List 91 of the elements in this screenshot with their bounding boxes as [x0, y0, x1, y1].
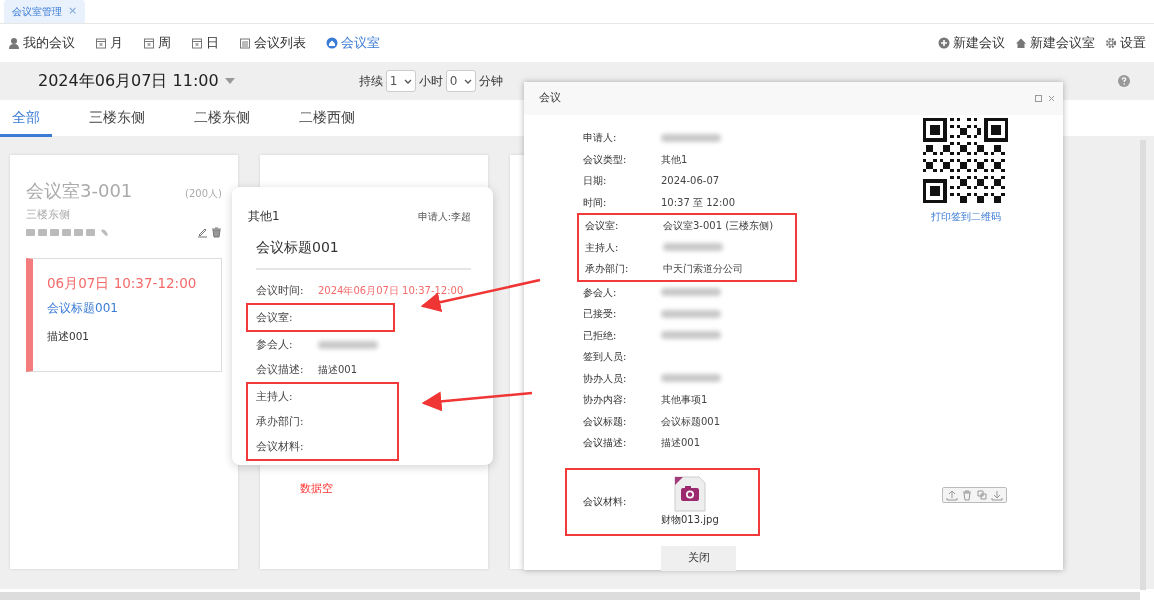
field-label: 会议标题:: [583, 414, 628, 429]
calendar-icon: [239, 37, 251, 49]
download-icon[interactable]: [991, 489, 1003, 501]
meeting-description: 描述001: [47, 328, 91, 344]
field-value: 2024-06-07: [661, 174, 720, 189]
trash-icon[interactable]: [961, 489, 973, 501]
chevron-icon: [463, 78, 472, 84]
settings-icon: [1105, 37, 1117, 49]
location-tab[interactable]: 二楼东侧: [182, 100, 262, 137]
field-label: 会议室:: [256, 309, 294, 325]
field-label: 会议描述:: [256, 361, 305, 377]
field-value: 会议室3-001 (三楼东侧): [663, 219, 774, 234]
caret-icon: [224, 78, 235, 84]
scrollbar[interactable]: [0, 592, 1140, 600]
field-label: 主持人:: [256, 388, 294, 404]
house-icon: [1015, 37, 1027, 49]
image-file-icon[interactable]: [672, 476, 707, 512]
person-icon: [8, 37, 20, 49]
field-label: 承办部门:: [256, 413, 305, 429]
location-tab[interactable]: 三楼东侧: [77, 100, 157, 137]
scrollbar[interactable]: [1140, 140, 1146, 590]
maximize-icon[interactable]: [1035, 95, 1042, 102]
toolbar-link[interactable]: 周: [143, 33, 171, 53]
field-label: 承办部门:: [585, 262, 630, 277]
field-label: 已接受:: [583, 307, 618, 322]
field-label: 会议描述:: [583, 436, 628, 451]
print-link[interactable]: 打印签到二维码: [930, 209, 1001, 224]
field-label: 会议类型:: [583, 152, 628, 167]
toolbar-button[interactable]: 新建会议: [938, 33, 1005, 53]
help-icon[interactable]: [1118, 75, 1130, 87]
field-label: 已拒绝:: [583, 328, 618, 343]
trash-icon[interactable]: [211, 226, 222, 238]
calendar-icon: [191, 37, 203, 49]
field-label: 日期:: [583, 174, 608, 189]
meeting-card[interactable]: 06月07日 10:37-12:00 会议标题001 描述001: [26, 257, 222, 372]
upload-icon[interactable]: [946, 489, 958, 501]
plus-icon: [938, 37, 950, 49]
field-label: 申请人:: [583, 131, 618, 146]
field-label: 会议时间:: [256, 282, 305, 298]
toolbar-link[interactable]: 会议列表: [239, 33, 306, 53]
close-button[interactable]: 关闭: [661, 545, 736, 571]
field-value: 2024年06月07日 10:37-12:00: [318, 284, 464, 298]
duration-label: 持续: [358, 73, 383, 90]
meeting-title[interactable]: 会议标题001: [47, 298, 215, 317]
field-value: 中天门索道分公司: [663, 262, 743, 277]
house-icon: [326, 37, 338, 49]
toolbar-link[interactable]: 会议室: [326, 33, 380, 53]
dialog-title: 会议: [539, 90, 561, 107]
toolbar-link[interactable]: 我的会议: [8, 33, 75, 53]
file-name[interactable]: 财物013.jpg: [661, 512, 719, 527]
toolbar-button[interactable]: 设置: [1105, 33, 1146, 53]
field-label: 主持人:: [585, 240, 620, 255]
meeting-time: 06月07日 10:37-12:00: [47, 273, 198, 293]
close-icon[interactable]: [1048, 95, 1055, 102]
field-label: 会议材料:: [583, 495, 628, 509]
field-value: 其他1: [661, 152, 688, 167]
applicant-label: 申请人:李超: [417, 210, 471, 224]
unit-label: 分钟: [478, 73, 503, 90]
field-value: 会议标题001: [661, 414, 721, 429]
room-name: 会议室3-001: [26, 179, 133, 203]
edit-icon[interactable]: [197, 226, 208, 238]
unit-label: 小时: [418, 73, 443, 90]
field-label: 签到人员:: [583, 350, 628, 365]
copy-icon[interactable]: [976, 489, 988, 501]
qr-code-icon: [923, 118, 1008, 203]
toolbar-button[interactable]: 新建会议室: [1015, 33, 1095, 53]
calendar-icon: [95, 37, 107, 49]
field-label: 参会人:: [256, 336, 294, 352]
calendar-icon: [143, 37, 155, 49]
field-label: 协办人员:: [583, 371, 628, 386]
toolbar-link[interactable]: 月: [95, 33, 123, 53]
field-value: 10:37 至 12:00: [661, 195, 735, 210]
select-field[interactable]: 0: [445, 70, 476, 92]
popup-title: 会议标题001: [256, 237, 471, 270]
capacity-label: (200人): [185, 187, 222, 201]
empty-message: 数据空: [300, 481, 334, 496]
field-label: 时间:: [583, 195, 608, 210]
chevron-icon: [403, 78, 412, 84]
toolbar-link[interactable]: 日: [191, 33, 219, 53]
select-field[interactable]: 1: [385, 70, 416, 92]
field-label: 参会人:: [583, 285, 618, 300]
field-label: 协办内容:: [583, 393, 628, 408]
field-label: 会议材料:: [256, 438, 305, 454]
date-picker[interactable]: 2024年06月07日 11:00: [38, 69, 235, 93]
field-value: 描述001: [661, 436, 701, 451]
field-value: 描述001: [318, 363, 358, 377]
location-tab[interactable]: 二楼西侧: [287, 100, 367, 137]
field-label: 会议室:: [585, 219, 620, 234]
field-value: 其他事项1: [661, 393, 708, 408]
meeting-type: 其他1: [248, 208, 280, 225]
app-tab[interactable]: 会议室管理 ×: [4, 0, 86, 23]
